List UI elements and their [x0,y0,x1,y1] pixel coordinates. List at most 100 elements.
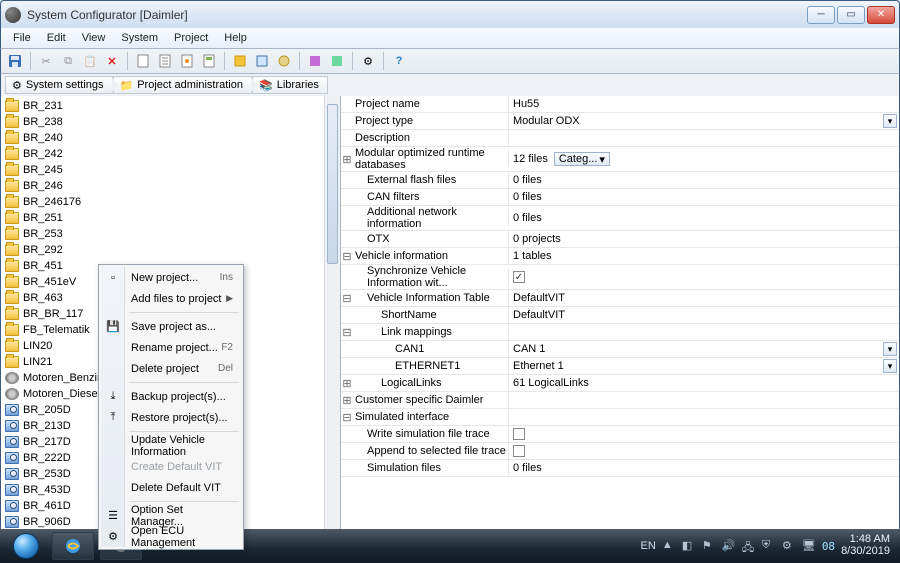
collapse-icon[interactable]: ⊟ [341,292,353,305]
prop-value[interactable]: Modular ODX▾ [508,113,899,129]
dropdown-icon[interactable]: ▾ [883,359,897,373]
tool-c-icon[interactable] [274,51,294,71]
prop-value[interactable]: 12 filesCateg...▾ [508,151,899,167]
crumb-label: Project administration [137,79,243,91]
tree-node[interactable]: BR_242 [1,146,340,162]
menu-item[interactable]: Delete projectDel [101,358,241,379]
tray-gear-icon[interactable]: ⚙ [782,539,796,553]
delete-icon[interactable]: ✕ [102,51,122,71]
expand-icon[interactable]: ⊞ [341,377,353,390]
tool-b-icon[interactable] [252,51,272,71]
tree-node[interactable]: BR_231 [1,98,340,114]
checkbox[interactable]: ✓ [513,271,525,283]
prop-value[interactable]: 0 files [508,460,899,476]
tray-net2-icon[interactable]: 🖧 [742,539,756,553]
menu-item[interactable]: Rename project...F2 [101,337,241,358]
tray-sound-icon[interactable]: 🔊 [722,539,736,553]
crumb-system-settings[interactable]: ⚙System settings [5,76,113,94]
tree-node[interactable]: BR_238 [1,114,340,130]
folder-icon [5,228,19,240]
menu-item[interactable]: ⤓Backup project(s)... [101,386,241,407]
menu-file[interactable]: File [5,30,39,46]
menu-edit[interactable]: Edit [39,30,74,46]
menu-project[interactable]: Project [166,30,216,46]
collapse-icon[interactable]: ⊟ [341,326,353,339]
collapse-icon[interactable]: ⊟ [341,411,353,424]
checkbox[interactable] [513,428,525,440]
menu-item[interactable]: ▫New project...Ins [101,267,241,288]
doc4-icon[interactable] [199,51,219,71]
menu-separator [129,312,239,313]
taskbar-ie[interactable] [52,532,94,560]
maximize-button[interactable]: ▭ [837,6,865,24]
tray-flag-icon[interactable]: ▲ [662,539,676,553]
menu-system[interactable]: System [113,30,166,46]
tree-node[interactable]: BR_246176 [1,194,340,210]
prop-value[interactable]: DefaultVIT [508,290,899,306]
prop-value[interactable] [508,409,899,425]
menu-item[interactable]: 💾Save project as... [101,316,241,337]
tree-node[interactable]: BR_240 [1,130,340,146]
menu-item[interactable]: ☰Option Set Manager... [101,505,241,526]
crumb-project-admin[interactable]: 📁Project administration [113,76,252,94]
tree-node[interactable]: BR_246 [1,178,340,194]
help-icon[interactable]: ? [389,51,409,71]
tree-node[interactable]: BR_245 [1,162,340,178]
crumb-libraries[interactable]: 📚Libraries [252,76,328,94]
checkbox[interactable] [513,445,525,457]
prop-value[interactable]: 0 projects [508,231,899,247]
tree-scrollbar[interactable] [324,96,340,539]
minimize-button[interactable]: ─ [807,6,835,24]
prop-value[interactable] [508,443,899,459]
menu-view[interactable]: View [74,30,114,46]
prop-value[interactable] [508,426,899,442]
tree-node[interactable]: BR_251 [1,210,340,226]
lang-indicator[interactable]: EN [641,540,656,552]
save-icon[interactable] [5,51,25,71]
dropdown-icon[interactable]: ▾ [883,114,897,128]
tool-e-icon[interactable] [327,51,347,71]
prop-value[interactable]: 1 tables [508,248,899,264]
doc2-icon[interactable] [155,51,175,71]
prop-value[interactable]: CAN 1▾ [508,341,899,357]
prop-value[interactable]: DefaultVIT [508,307,899,323]
tree-node[interactable]: BR_253 [1,226,340,242]
taskbar-clock[interactable]: 1:48 AM 8/30/2019 [841,534,894,557]
tool-d-icon[interactable] [305,51,325,71]
cog-icon [5,372,19,384]
scrollbar-thumb[interactable] [327,104,338,264]
tray-monitor-icon[interactable]: 🖥 [802,539,816,553]
prop-value[interactable]: Ethernet 1▾ [508,358,899,374]
settings-icon[interactable]: ⚙ [358,51,378,71]
collapse-icon[interactable]: ⊟ [341,250,353,263]
dropdown-icon[interactable]: ▾ [883,342,897,356]
prop-value[interactable]: ✓ [508,269,899,285]
prop-value[interactable]: 0 files [508,172,899,188]
prop-value[interactable] [508,324,899,340]
menu-item[interactable]: ⚙Open ECU Management [101,526,241,547]
prop-value[interactable]: Hu55 [508,96,899,112]
doc1-icon[interactable] [133,51,153,71]
prop-value[interactable]: 0 files [508,210,899,226]
expand-icon[interactable]: ⊞ [341,153,353,166]
menu-item[interactable]: ⤒Restore project(s)... [101,407,241,428]
prop-value[interactable] [508,392,899,408]
menu-item[interactable]: Add files to project▶ [101,288,241,309]
doc3-icon[interactable] [177,51,197,71]
menu-item[interactable]: Update Vehicle Information [101,435,241,456]
menu-item[interactable]: Delete Default VIT [101,477,241,498]
tray-action-icon[interactable]: ⚑ [702,539,716,553]
tree-node[interactable]: BR_292 [1,242,340,258]
tray-network-icon[interactable]: ◧ [682,539,696,553]
menu-help[interactable]: Help [216,30,255,46]
tray-shield-icon[interactable]: ⛨ [762,539,776,553]
start-button[interactable] [6,532,46,560]
prop-value[interactable]: 0 files [508,189,899,205]
menu-item-label: New project... [131,272,198,284]
category-button[interactable]: Categ...▾ [554,152,610,166]
prop-value[interactable]: 61 LogicalLinks [508,375,899,391]
tool-a-icon[interactable] [230,51,250,71]
prop-value[interactable] [508,130,899,146]
expand-icon[interactable]: ⊞ [341,394,353,407]
close-button[interactable]: ✕ [867,6,895,24]
